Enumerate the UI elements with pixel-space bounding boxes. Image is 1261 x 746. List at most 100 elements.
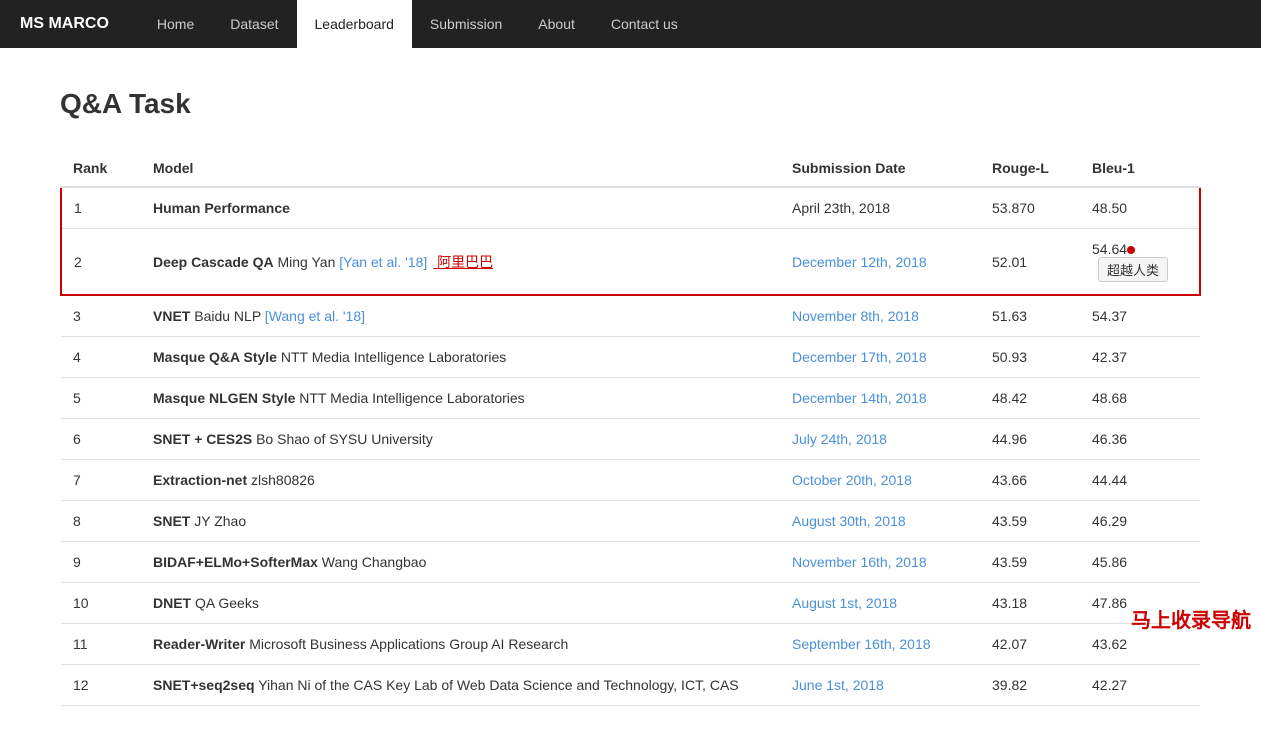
- cell-model: Masque NLGEN Style NTT Media Intelligenc…: [141, 378, 780, 419]
- cell-rank: 3: [61, 295, 141, 337]
- nav-about[interactable]: About: [520, 0, 593, 48]
- table-row: 11Reader-Writer Microsoft Business Appli…: [61, 624, 1200, 665]
- cell-model: Deep Cascade QA Ming Yan [Yan et al. '18…: [141, 229, 780, 296]
- date-link[interactable]: July 24th, 2018: [792, 431, 887, 447]
- date-link[interactable]: November 8th, 2018: [792, 308, 919, 324]
- cell-bleu: 45.86: [1080, 542, 1200, 583]
- model-extra: QA Geeks: [191, 595, 259, 611]
- date-link[interactable]: October 20th, 2018: [792, 472, 912, 488]
- cell-model: Reader-Writer Microsoft Business Applica…: [141, 624, 780, 665]
- table-header-row: Rank Model Submission Date Rouge-L Bleu-…: [61, 150, 1200, 187]
- date-link[interactable]: November 16th, 2018: [792, 554, 927, 570]
- cell-model: SNET+seq2seq Yihan Ni of the CAS Key Lab…: [141, 665, 780, 706]
- model-name: Masque Q&A Style: [153, 349, 277, 365]
- cell-rank: 6: [61, 419, 141, 460]
- cell-rouge: 44.96: [980, 419, 1080, 460]
- leaderboard-table-wrapper: Rank Model Submission Date Rouge-L Bleu-…: [60, 150, 1201, 706]
- model-link1[interactable]: [Wang et al. '18]: [261, 308, 365, 324]
- cell-rouge: 51.63: [980, 295, 1080, 337]
- cell-rank: 7: [61, 460, 141, 501]
- date-link[interactable]: December 12th, 2018: [792, 254, 927, 270]
- cell-date[interactable]: August 1st, 2018: [780, 583, 980, 624]
- cell-date[interactable]: July 24th, 2018: [780, 419, 980, 460]
- nav-leaderboard[interactable]: Leaderboard: [297, 0, 412, 48]
- model-extra: JY Zhao: [190, 513, 246, 529]
- cell-bleu: 44.44: [1080, 460, 1200, 501]
- cell-rouge: 48.42: [980, 378, 1080, 419]
- cell-model: Extraction-net zlsh80826: [141, 460, 780, 501]
- date-link[interactable]: December 14th, 2018: [792, 390, 927, 406]
- model-name: Human Performance: [153, 200, 290, 216]
- cell-rouge: 53.870: [980, 187, 1080, 229]
- model-extra: Ming Yan: [274, 254, 336, 270]
- cell-bleu: 54.64超越人类: [1080, 229, 1200, 296]
- cell-rouge: 42.07: [980, 624, 1080, 665]
- model-extra: Baidu NLP: [190, 308, 261, 324]
- cell-rank: 9: [61, 542, 141, 583]
- cell-rank: 5: [61, 378, 141, 419]
- model-link1[interactable]: [Yan et al. '18]: [335, 254, 427, 270]
- table-row: 9BIDAF+ELMo+SofterMax Wang Changbao Novem…: [61, 542, 1200, 583]
- navbar: MS MARCO Home Dataset Leaderboard Submis…: [0, 0, 1261, 48]
- date-link[interactable]: December 17th, 2018: [792, 349, 927, 365]
- cell-rouge: 50.93: [980, 337, 1080, 378]
- cell-rouge: 43.66: [980, 460, 1080, 501]
- leaderboard-table: Rank Model Submission Date Rouge-L Bleu-…: [60, 150, 1201, 706]
- date-link[interactable]: August 1st, 2018: [792, 595, 897, 611]
- nav-dataset[interactable]: Dataset: [212, 0, 296, 48]
- model-name: SNET: [153, 513, 190, 529]
- nav-home[interactable]: Home: [139, 0, 212, 48]
- cell-date[interactable]: December 12th, 2018: [780, 229, 980, 296]
- model-name: SNET+seq2seq: [153, 677, 255, 693]
- cell-rank: 12: [61, 665, 141, 706]
- date-link[interactable]: September 16th, 2018: [792, 636, 931, 652]
- cell-rouge: 39.82: [980, 665, 1080, 706]
- table-row: 1Human PerformanceApril 23th, 201853.870…: [61, 187, 1200, 229]
- table-row: 2Deep Cascade QA Ming Yan [Yan et al. '1…: [61, 229, 1200, 296]
- col-bleu: Bleu-1: [1080, 150, 1200, 187]
- date-link[interactable]: August 30th, 2018: [792, 513, 906, 529]
- model-name: Deep Cascade QA: [153, 254, 274, 270]
- cell-rouge: 43.59: [980, 501, 1080, 542]
- cell-rank: 2: [61, 229, 141, 296]
- table-row: 10DNET QA GeeksAugust 1st, 201843.1847.8…: [61, 583, 1200, 624]
- cell-model: SNET + CES2S Bo Shao of SYSU University: [141, 419, 780, 460]
- model-extra: NTT Media Intelligence Laboratories: [277, 349, 506, 365]
- model-link2[interactable]: 阿里巴巴: [433, 254, 493, 270]
- table-row: 5Masque NLGEN Style NTT Media Intelligen…: [61, 378, 1200, 419]
- table-row: 6SNET + CES2S Bo Shao of SYSU University…: [61, 419, 1200, 460]
- cell-date[interactable]: June 1st, 2018: [780, 665, 980, 706]
- cell-model: BIDAF+ELMo+SofterMax Wang Changbao: [141, 542, 780, 583]
- model-name: VNET: [153, 308, 190, 324]
- date-link[interactable]: June 1st, 2018: [792, 677, 884, 693]
- col-rank: Rank: [61, 150, 141, 187]
- cell-bleu: 48.50: [1080, 187, 1200, 229]
- table-row: 3 VNET Baidu NLP [Wang et al. '18] Novembe…: [61, 295, 1200, 337]
- cell-rank: 11: [61, 624, 141, 665]
- cell-date: April 23th, 2018: [780, 187, 980, 229]
- watermark: 马上收录导航: [1131, 604, 1251, 633]
- cell-model: Human Performance: [141, 187, 780, 229]
- cell-date[interactable]: September 16th, 2018: [780, 624, 980, 665]
- cell-date[interactable]: December 17th, 2018: [780, 337, 980, 378]
- nav-submission[interactable]: Submission: [412, 0, 520, 48]
- cell-date[interactable]: November 16th, 2018: [780, 542, 980, 583]
- model-name: Extraction-net: [153, 472, 247, 488]
- cell-bleu: 46.29: [1080, 501, 1200, 542]
- cell-bleu: 48.68: [1080, 378, 1200, 419]
- model-name: Reader-Writer: [153, 636, 245, 652]
- table-row: 12SNET+seq2seq Yihan Ni of the CAS Key L…: [61, 665, 1200, 706]
- model-name: BIDAF+ELMo+SofterMax: [153, 554, 318, 570]
- main-content: Q&A Task Rank Model Submission Date Roug…: [0, 48, 1261, 746]
- table-row: 4 Masque Q&A Style NTT Media Intelligence…: [61, 337, 1200, 378]
- cell-date[interactable]: December 14th, 2018: [780, 378, 980, 419]
- model-name: Masque NLGEN Style: [153, 390, 295, 406]
- exceeds-human-dot: [1127, 246, 1135, 254]
- table-row: 7Extraction-net zlsh80826 October 20th, 2…: [61, 460, 1200, 501]
- cell-date[interactable]: October 20th, 2018: [780, 460, 980, 501]
- cell-date[interactable]: August 30th, 2018: [780, 501, 980, 542]
- cell-rank: 4: [61, 337, 141, 378]
- cell-rouge: 52.01: [980, 229, 1080, 296]
- cell-date[interactable]: November 8th, 2018: [780, 295, 980, 337]
- nav-contact[interactable]: Contact us: [593, 0, 696, 48]
